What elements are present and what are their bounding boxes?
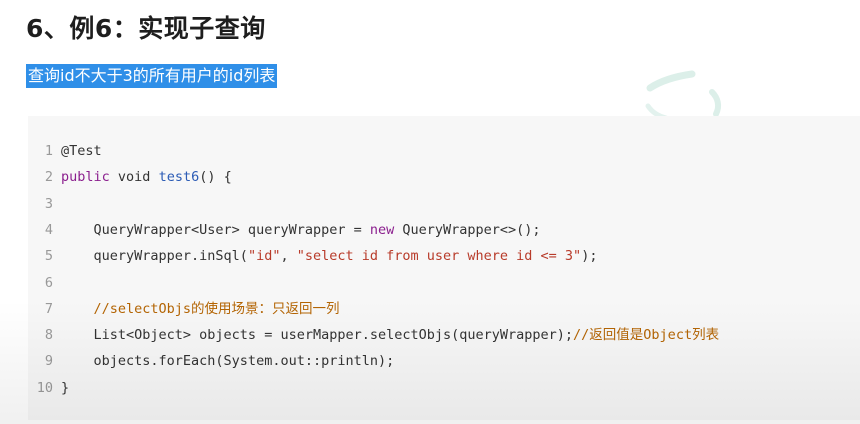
code-token: }	[61, 379, 70, 396]
code-line: 10}	[28, 375, 69, 401]
section-heading: 6、例6：实现子查询	[26, 14, 266, 43]
line-number: 9	[44, 353, 53, 370]
line-code: public void test6() {	[61, 164, 232, 190]
line-number: 6	[44, 274, 53, 291]
code-line: 4 QueryWrapper<User> queryWrapper = new …	[28, 217, 541, 243]
code-token: );	[581, 248, 598, 265]
line-code: List<Object> objects = userMapper.select…	[61, 322, 720, 348]
code-token: public	[61, 169, 110, 186]
code-token: "select id from user where id <= 3"	[296, 248, 582, 265]
line-number: 7	[44, 300, 53, 317]
code-token: QueryWrapper<>();	[394, 221, 541, 238]
code-token: ,	[280, 248, 297, 265]
code-token: test6	[158, 169, 200, 186]
decorative-watermark	[645, 70, 722, 121]
line-number: 4	[44, 221, 53, 238]
code-token: void	[109, 169, 159, 186]
line-number: 8	[44, 327, 53, 344]
code-line: 6	[28, 270, 61, 296]
code-token: @Test	[61, 143, 102, 159]
line-number: 2	[44, 169, 53, 186]
highlighted-description: 查询id不大于3的所有用户的id列表	[26, 64, 278, 88]
line-number: 3	[44, 195, 53, 212]
line-code: }	[61, 375, 69, 401]
code-block: 1 @Test 2 public void test6() { 3 4 QueryWrap…	[28, 116, 860, 420]
code-line: 7 //selectObjs的使用场景：只返回一列	[28, 296, 340, 322]
code-line: 5 queryWrapper.inSql("id", "select id fr…	[28, 243, 598, 269]
line-code: QueryWrapper<User> queryWrapper = new Qu…	[61, 217, 541, 243]
code-token: () {	[199, 169, 232, 186]
code-token: //selectObjs的使用场景：只返回一列	[61, 300, 340, 317]
line-code: @Test	[61, 138, 102, 164]
line-number: 5	[44, 248, 53, 265]
line-number: 1	[44, 143, 53, 159]
line-code: //selectObjs的使用场景：只返回一列	[61, 296, 340, 322]
code-token: "id"	[247, 248, 281, 265]
code-token: QueryWrapper<User> queryWrapper =	[61, 221, 370, 238]
code-token: List<Object> objects = userMapper.select…	[61, 327, 574, 344]
line-code: queryWrapper.inSql("id", "select id from…	[61, 243, 598, 269]
code-token: new	[369, 221, 395, 238]
code-token: //返回值是Object列表	[573, 327, 720, 344]
code-line: 9 objects.forEach(System.out::println);	[28, 348, 394, 374]
line-code: objects.forEach(System.out::println);	[61, 348, 395, 374]
code-line: 2 public void test6() {	[28, 164, 232, 190]
code-token: objects.forEach(System.out::println);	[61, 353, 395, 370]
code-line: 3	[28, 191, 61, 217]
code-line: 8 List<Object> objects = userMapper.sele…	[28, 322, 719, 348]
code-line: 1 @Test	[28, 138, 102, 164]
code-token: queryWrapper.inSql(	[61, 248, 248, 265]
line-number: 10	[36, 379, 53, 396]
